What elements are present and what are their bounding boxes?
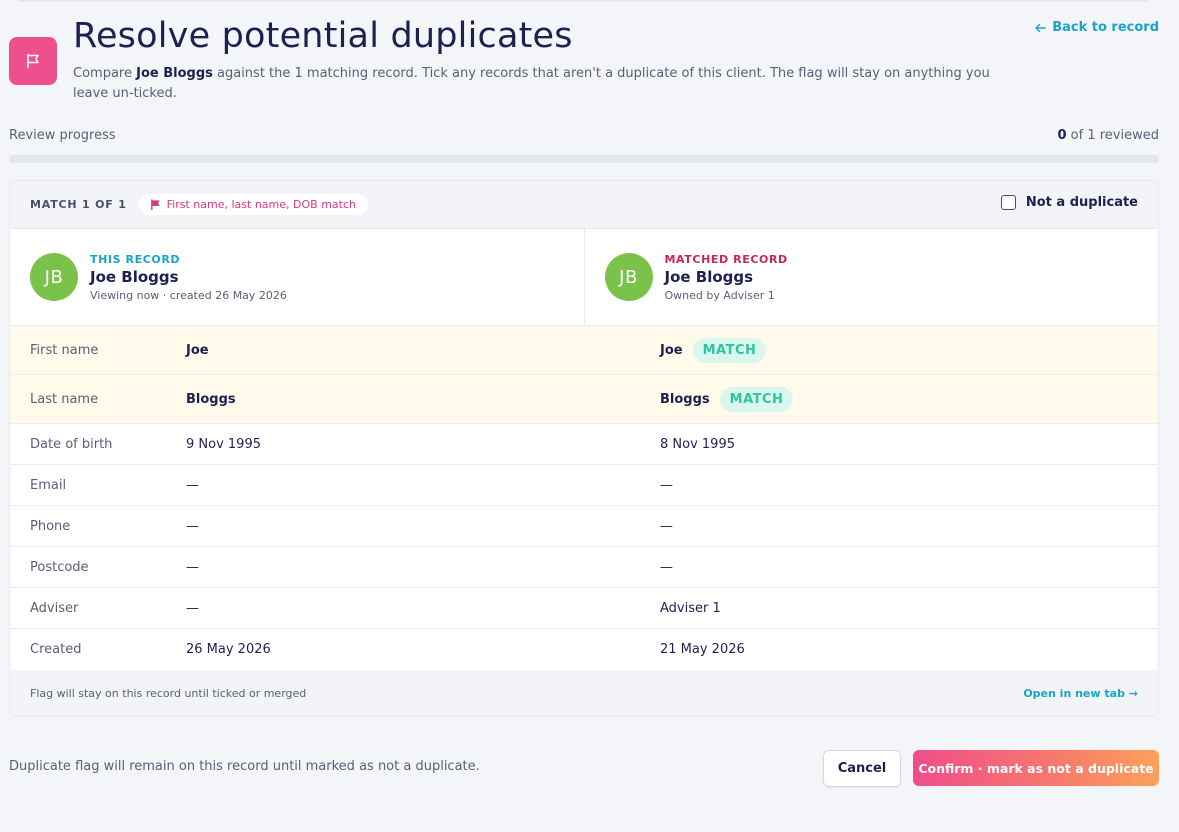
not-duplicate-checkbox[interactable] — [1000, 195, 1016, 210]
subtitle-client-name: Joe Bloggs — [136, 66, 213, 81]
match-card-footer: Flag will stay on this record until tick… — [10, 670, 1158, 716]
progress-bar — [9, 155, 1159, 163]
matched-record-meta: Owned by Adviser 1 — [664, 288, 775, 302]
flag-icon — [27, 53, 39, 69]
matched-value: — — [660, 559, 673, 575]
match-reason-text: First name, last name, DOB match — [166, 198, 356, 211]
matched-value: — — [660, 518, 673, 534]
matched-value: Bloggs — [660, 391, 710, 407]
cancel-button[interactable]: Cancel — [823, 750, 901, 787]
match-card: MATCH 1 OF 1 First name, last name, DOB … — [9, 180, 1159, 717]
this-value: — — [186, 600, 199, 616]
progress-total: of 1 reviewed — [1066, 128, 1159, 143]
this-value: 26 May 2026 — [186, 642, 271, 657]
open-in-new-tab-link[interactable]: Open in new tab → — [1023, 687, 1138, 700]
match-badge: MATCH — [692, 337, 767, 363]
field-label: Phone — [30, 518, 71, 534]
this-record-header: JB THIS RECORD Joe Bloggs Viewing now · … — [10, 229, 584, 325]
matched-value: — — [660, 477, 673, 493]
field-label: Date of birth — [30, 436, 113, 452]
field-label: Created — [30, 642, 82, 657]
footer-note: Flag will stay on this record until tick… — [30, 687, 307, 700]
match-reason-pill: First name, last name, DOB match — [138, 194, 368, 215]
not-duplicate-toggle[interactable]: Not a duplicate — [1000, 195, 1138, 210]
record-headers: JB THIS RECORD Joe Bloggs Viewing now · … — [10, 229, 1158, 326]
actions-note: Duplicate flag will remain on this recor… — [9, 759, 480, 774]
this-record-name: Joe Bloggs — [90, 267, 179, 286]
matched-record-name: Joe Bloggs — [664, 267, 754, 286]
matched-value: Joe — [660, 342, 683, 358]
match-badge: MATCH — [719, 386, 794, 412]
avatar: JB — [604, 253, 653, 301]
matched-value: Adviser 1 — [660, 600, 721, 616]
confirm-not-duplicate-button[interactable]: Confirm · mark as not a duplicate — [913, 750, 1159, 786]
table-row: Adviser — Adviser 1 — [10, 588, 1158, 629]
progress-label: Review progress — [9, 128, 116, 143]
this-record-meta: Viewing now · created 26 May 2026 — [90, 288, 287, 302]
page-subtitle: Compare Joe Bloggs against the 1 matchin… — [73, 64, 1013, 104]
table-row: Date of birth 9 Nov 1995 8 Nov 1995 — [10, 424, 1158, 465]
comparison-table: First name Joe Joe MATCH Last name Bloggs… — [10, 326, 1158, 670]
field-label: Adviser — [30, 600, 79, 616]
this-record-tag: THIS RECORD — [90, 252, 181, 266]
flag-tile — [9, 37, 57, 85]
matched-value: 21 May 2026 — [660, 642, 745, 657]
this-value: Joe — [186, 342, 209, 358]
this-value: — — [186, 559, 199, 575]
arrow-left-icon — [1035, 23, 1046, 32]
field-label: First name — [30, 342, 99, 358]
table-row: Postcode — — — [10, 547, 1158, 588]
table-row: Last name Bloggs Bloggs MATCH — [10, 375, 1158, 424]
progress-count: 0 of 1 reviewed — [1058, 128, 1160, 143]
table-row: Created 26 May 2026 21 May 2026 — [10, 629, 1158, 670]
field-label: Last name — [30, 391, 99, 407]
table-row: Phone — — — [10, 506, 1158, 547]
this-value: 9 Nov 1995 — [186, 436, 261, 452]
back-to-record-link[interactable]: Back to record — [1034, 20, 1159, 35]
flag-icon — [150, 199, 160, 210]
not-duplicate-label: Not a duplicate — [1025, 195, 1138, 210]
match-card-header: MATCH 1 OF 1 First name, last name, DOB … — [10, 181, 1158, 229]
match-counter: MATCH 1 OF 1 — [30, 198, 127, 211]
matched-value: 8 Nov 1995 — [660, 436, 735, 452]
this-value: — — [186, 477, 199, 493]
back-link-label: Back to record — [1052, 20, 1159, 35]
field-label: Postcode — [30, 559, 89, 575]
this-value: — — [186, 518, 199, 534]
field-label: Email — [30, 477, 67, 493]
avatar: JB — [30, 253, 78, 301]
table-row: First name Joe Joe MATCH — [10, 326, 1158, 375]
progress-reviewed: 0 — [1057, 128, 1067, 143]
this-value: Bloggs — [186, 391, 236, 407]
matched-record-tag: MATCHED RECORD — [664, 252, 788, 266]
top-bar — [18, 0, 1148, 2]
matched-record-header: JB MATCHED RECORD Joe Bloggs Owned by Ad… — [583, 229, 1159, 325]
subtitle-prefix: Compare — [73, 66, 137, 81]
page-title: Resolve potential duplicates — [73, 16, 573, 56]
table-row: Email — — — [10, 465, 1158, 506]
